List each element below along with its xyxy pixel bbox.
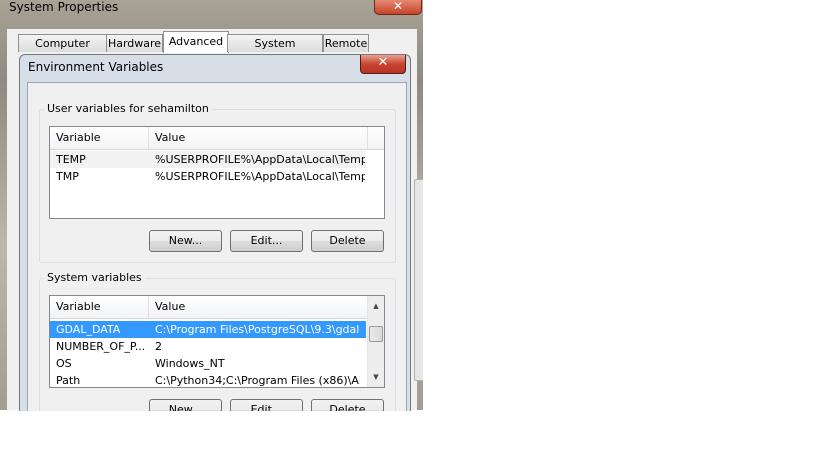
variable-cell: TEMP [56, 153, 86, 166]
value-cell: C:\Program Files\PostgreSQL\9.3\gdal-... [155, 323, 360, 336]
variable-cell: OS [56, 357, 72, 370]
variable-cell: GDAL_DATA [56, 323, 121, 336]
table-row[interactable]: NUMBER_OF_P... 2 [50, 338, 366, 355]
user-new-button[interactable]: New... [149, 230, 222, 252]
close-icon: ✕ [392, 0, 404, 13]
tab-computer-name[interactable]: Computer Name [18, 34, 107, 67]
column-header-value[interactable]: Value [149, 127, 365, 149]
tab-hardware[interactable]: Hardware [106, 34, 163, 52]
system-edit-button[interactable]: Edit... [230, 399, 303, 411]
table-row[interactable]: OS Windows_NT [50, 355, 366, 372]
header-filler [367, 127, 384, 150]
list-header: Variable Value [50, 296, 368, 319]
tab-advanced[interactable]: Advanced [163, 31, 229, 53]
system-properties-close-button[interactable]: ✕ [374, 0, 422, 15]
column-header-variable[interactable]: Variable [50, 296, 149, 318]
dialog-body: User variables for sehamilton Variable V… [27, 82, 407, 411]
table-row[interactable]: TMP %USERPROFILE%\AppData\Local\Temp [50, 168, 366, 185]
system-new-button[interactable]: New... [149, 399, 222, 411]
user-edit-button[interactable]: Edit... [230, 230, 303, 252]
column-header-value[interactable]: Value [149, 296, 365, 318]
close-icon: ✕ [377, 55, 389, 70]
system-variables-label: System variables [44, 271, 145, 284]
user-variables-list[interactable]: Variable Value TEMP %USERPROFILE%\AppDat… [49, 126, 385, 219]
variable-cell: NUMBER_OF_P... [56, 340, 146, 353]
column-header-variable[interactable]: Variable [50, 127, 149, 149]
user-variables-label: User variables for sehamilton [44, 102, 212, 115]
tab-system-protection[interactable]: System Protection [227, 34, 323, 67]
value-cell: 2 [155, 340, 162, 353]
scroll-down-icon[interactable]: ▼ [368, 369, 384, 385]
scroll-up-icon[interactable]: ▲ [368, 298, 384, 314]
list-header: Variable Value [50, 127, 368, 150]
variable-cell: TMP [56, 170, 79, 183]
dialog-close-button[interactable]: ✕ [360, 55, 406, 74]
scrollbar-thumb[interactable] [369, 326, 383, 342]
system-properties-title: System Properties [9, 0, 119, 14]
user-delete-button[interactable]: Delete [311, 230, 384, 252]
system-variables-scrollbar[interactable]: ▲ ▼ [367, 296, 384, 387]
tab-remote[interactable]: Remote [323, 34, 369, 52]
system-variables-list[interactable]: Variable Value GDAL_DATA C:\Program File… [49, 295, 385, 388]
table-row[interactable]: TEMP %USERPROFILE%\AppData\Local\Temp [50, 151, 366, 168]
system-properties-scrollbar[interactable] [414, 29, 423, 410]
table-row-selected[interactable]: GDAL_DATA C:\Program Files\PostgreSQL\9.… [50, 321, 366, 338]
system-variables-group: System variables Variable Value GDAL_DAT… [39, 271, 396, 411]
value-cell: C:\Python34;C:\Program Files (x86)\AM... [155, 374, 360, 387]
value-cell: %USERPROFILE%\AppData\Local\Temp [155, 153, 365, 166]
dialog-title: Environment Variables [28, 60, 164, 74]
user-variables-group: User variables for sehamilton Variable V… [39, 102, 396, 263]
value-cell: %USERPROFILE%\AppData\Local\Temp [155, 170, 365, 183]
scrollbar-thumb[interactable] [414, 179, 423, 381]
system-delete-button[interactable]: Delete [311, 399, 384, 411]
variable-cell: Path [56, 374, 81, 387]
environment-variables-dialog: Environment Variables ✕ User variables f… [19, 54, 411, 411]
value-cell: Windows_NT [155, 357, 225, 370]
table-row[interactable]: Path C:\Python34;C:\Program Files (x86)\… [50, 372, 366, 387]
